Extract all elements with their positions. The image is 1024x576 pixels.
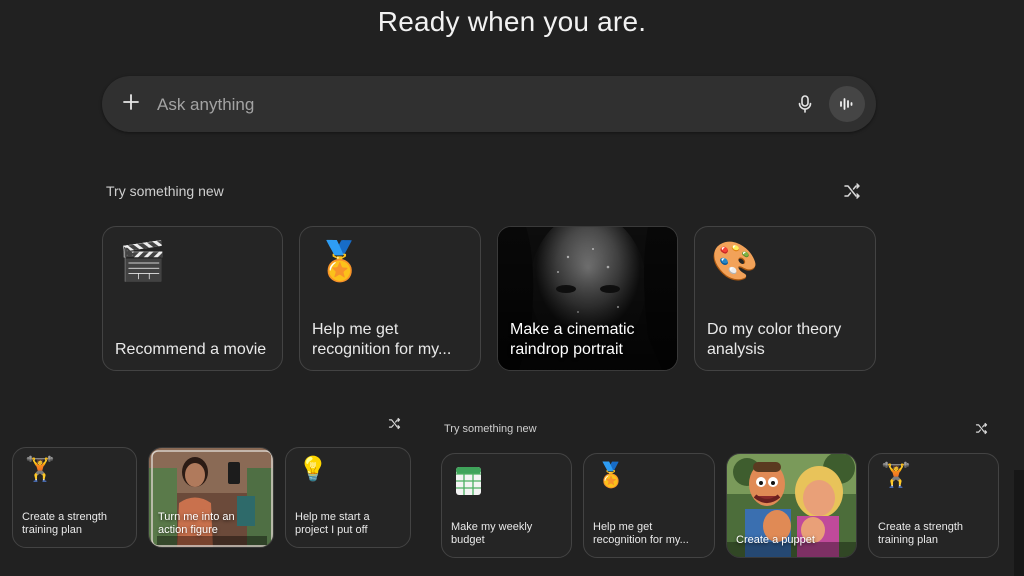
card-label: Help me start a project I put off xyxy=(295,510,370,537)
award-ribbon-icon: 🏅 xyxy=(316,241,364,283)
suggestion-card-movie[interactable]: 🎬 Recommend a movie xyxy=(102,226,283,371)
suggestion-card-color-theory[interactable]: 🎨 Do my color theory analysis xyxy=(694,226,876,371)
section-heading: Try something new xyxy=(106,183,224,199)
suggestion-card-raindrop-portrait[interactable]: Make a cinematic raindrop portrait xyxy=(497,226,678,371)
section-heading: Try something new xyxy=(444,423,537,435)
suggestion-card-strength-plan[interactable]: 🏋️ Create a strength training plan xyxy=(868,453,999,558)
card-label: Create a strength training plan xyxy=(22,510,107,537)
edge-divider xyxy=(1014,470,1024,576)
clapperboard-icon: 🎬 xyxy=(119,241,167,283)
dumbbell-icon: 🏋️ xyxy=(881,462,911,489)
suggestion-card-recognition[interactable]: 🏅 Help me get recognition for my... xyxy=(583,453,715,558)
palette-icon: 🎨 xyxy=(711,241,759,283)
voice-mode-icon xyxy=(840,98,853,110)
shuffle-icon[interactable] xyxy=(843,182,861,200)
card-label: Turn me into an action figure xyxy=(158,510,235,537)
card-label: Create a strength training plan xyxy=(878,520,963,547)
search-input[interactable] xyxy=(155,90,759,120)
shuffle-icon[interactable] xyxy=(388,417,401,430)
page-title: Ready when you are. xyxy=(377,6,647,37)
search-bar[interactable] xyxy=(102,76,876,132)
suggestion-card-project[interactable]: 💡 Help me start a project I put off xyxy=(285,447,411,548)
lightbulb-icon: 💡 xyxy=(298,456,328,483)
award-ribbon-icon: 🏅 xyxy=(596,462,626,489)
suggestion-card-recognition[interactable]: 🏅 Help me get recognition for my... xyxy=(299,226,481,371)
suggestion-card-puppet[interactable]: Create a puppet xyxy=(726,453,857,558)
card-label: Make my weekly budget xyxy=(451,520,533,547)
spreadsheet-icon xyxy=(456,467,481,495)
suggestion-card-action-figure[interactable]: Turn me into an action figure xyxy=(148,447,274,548)
shuffle-icon[interactable] xyxy=(975,422,988,435)
suggestion-card-strength-plan[interactable]: 🏋️ Create a strength training plan xyxy=(12,447,137,548)
card-label: Do my color theory analysis xyxy=(707,321,842,358)
suggestion-card-budget[interactable]: Make my weekly budget xyxy=(441,453,572,558)
card-label: Help me get recognition for my... xyxy=(593,520,689,547)
microphone-icon[interactable] xyxy=(795,94,815,114)
dumbbell-icon: 🏋️ xyxy=(25,456,55,483)
card-label: Make a cinematic raindrop portrait xyxy=(510,321,635,358)
card-label: Create a puppet xyxy=(736,534,815,547)
card-label: Help me get recognition for my... xyxy=(312,321,452,358)
card-label: Recommend a movie xyxy=(115,341,267,358)
voice-mode-button[interactable] xyxy=(829,86,865,122)
plus-icon[interactable] xyxy=(121,92,141,112)
